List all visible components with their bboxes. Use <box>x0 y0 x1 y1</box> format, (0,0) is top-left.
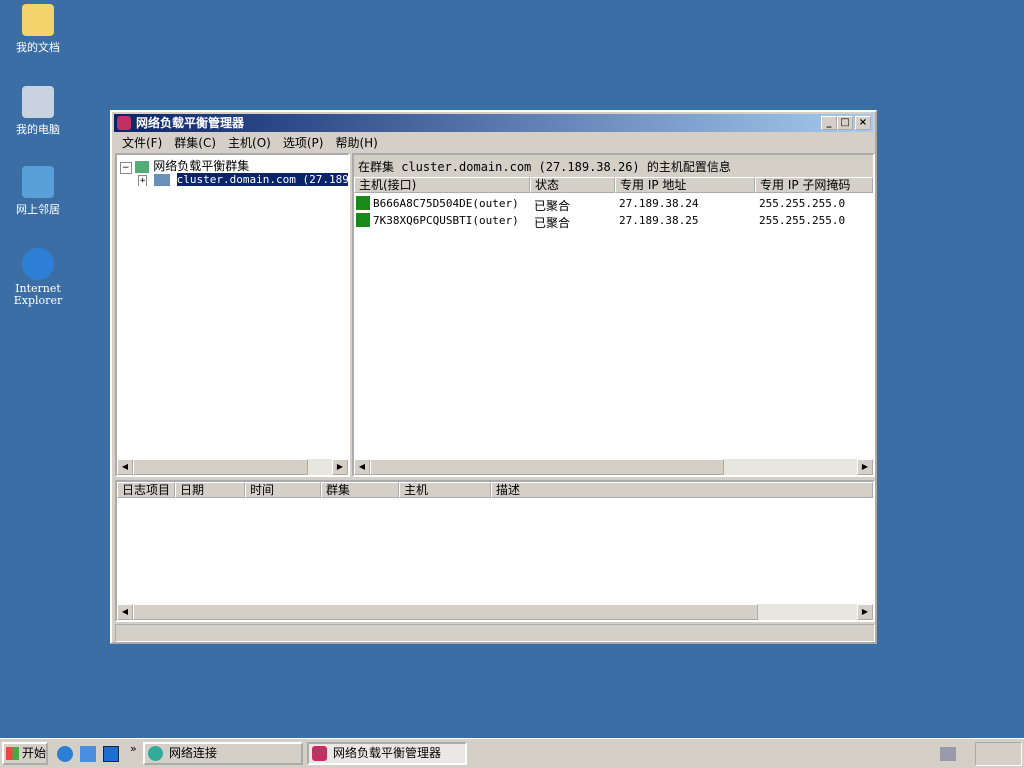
col-mask[interactable]: 专用 IP 子网掩码 <box>755 177 873 193</box>
col-description[interactable]: 描述 <box>491 482 873 498</box>
menu-options[interactable]: 选项(P) <box>277 134 330 152</box>
title-bar[interactable]: 网络负载平衡管理器 _ □ × <box>114 114 873 132</box>
network-connections-icon <box>148 746 163 761</box>
minimize-button[interactable]: _ <box>821 116 837 130</box>
col-status[interactable]: 状态 <box>530 177 615 193</box>
tray-keyboard-icon[interactable] <box>940 747 956 761</box>
maximize-button[interactable]: □ <box>837 116 853 130</box>
close-button[interactable]: × <box>855 116 871 130</box>
app-icon <box>117 116 131 130</box>
folder-icon <box>22 4 54 36</box>
task-network-connections[interactable]: 网络连接 <box>143 742 303 765</box>
system-tray-clock[interactable] <box>975 742 1022 766</box>
cluster-icon <box>154 174 171 186</box>
quicklaunch-chevron[interactable]: » <box>130 742 137 755</box>
col-time[interactable]: 时间 <box>245 482 321 498</box>
desktop-icon-ie[interactable]: Internet Explorer <box>0 248 76 307</box>
computer-icon <box>22 86 54 118</box>
menu-bar: 文件(F) 群集(C) 主机(O) 选项(P) 帮助(H) <box>116 134 384 152</box>
col-log-item[interactable]: 日志项目 <box>117 482 175 498</box>
table-row[interactable]: B666A8C75D504DE(outer) 已聚合 27.189.38.24 255… <box>356 195 871 213</box>
ie-quicklaunch-icon[interactable] <box>57 746 73 762</box>
table-row[interactable]: 7K38XQ6PCQUSBTI(outer) 已聚合 27.189.38.25 255… <box>356 212 871 230</box>
taskbar: 开始 » 网络连接 网络负载平衡管理器 <box>0 738 1024 768</box>
desktop-icon-my-computer[interactable]: 我的电脑 <box>0 86 76 137</box>
status-bar <box>115 624 875 642</box>
col-ip[interactable]: 专用 IP 地址 <box>615 177 755 193</box>
detail-hscrollbar[interactable]: ◀ ▶ <box>354 459 873 475</box>
show-desktop-icon[interactable] <box>103 746 119 762</box>
tree-pane: − 网络负载平衡群集 + cluster.domain.com (27.189.… <box>115 153 350 477</box>
col-host[interactable]: 主机 <box>399 482 491 498</box>
start-button[interactable]: 开始 <box>2 742 48 765</box>
col-host[interactable]: 主机(接口) <box>354 177 530 193</box>
desktop-icon-network[interactable]: 网上邻居 <box>0 166 76 217</box>
col-cluster[interactable]: 群集 <box>321 482 399 498</box>
tree-hscrollbar[interactable]: ◀ ▶ <box>117 459 348 475</box>
menu-cluster[interactable]: 群集(C) <box>168 134 222 152</box>
detail-pane: 在群集 cluster.domain.com (27.189.38.26) 的主… <box>352 153 875 477</box>
ie-icon <box>22 248 54 280</box>
nlb-manager-window: 网络负载平衡管理器 _ □ × 文件(F) 群集(C) 主机(O) 选项(P) … <box>110 110 877 644</box>
network-icon <box>22 166 54 198</box>
cluster-group-icon <box>135 160 150 173</box>
menu-host[interactable]: 主机(O) <box>222 134 277 152</box>
host-icon <box>356 213 370 227</box>
host-icon <box>356 196 370 210</box>
windows-logo-icon <box>6 747 19 760</box>
tree-cluster-node[interactable]: + cluster.domain.com (27.189.38.26) <box>138 173 348 186</box>
app-icon <box>312 746 327 761</box>
tree-root[interactable]: − 网络负载平衡群集 <box>120 157 249 174</box>
desktop-icon-my-documents[interactable]: 我的文档 <box>0 4 76 55</box>
log-pane: 日志项目 日期 时间 群集 主机 描述 ◀ ▶ <box>115 480 875 622</box>
outlook-quicklaunch-icon[interactable] <box>80 746 96 762</box>
detail-caption: 在群集 cluster.domain.com (27.189.38.26) 的主… <box>358 160 731 174</box>
col-date[interactable]: 日期 <box>175 482 245 498</box>
task-nlb-manager[interactable]: 网络负载平衡管理器 <box>307 742 467 765</box>
log-hscrollbar[interactable]: ◀ ▶ <box>117 604 873 620</box>
menu-file[interactable]: 文件(F) <box>116 134 168 152</box>
menu-help[interactable]: 帮助(H) <box>329 134 383 152</box>
